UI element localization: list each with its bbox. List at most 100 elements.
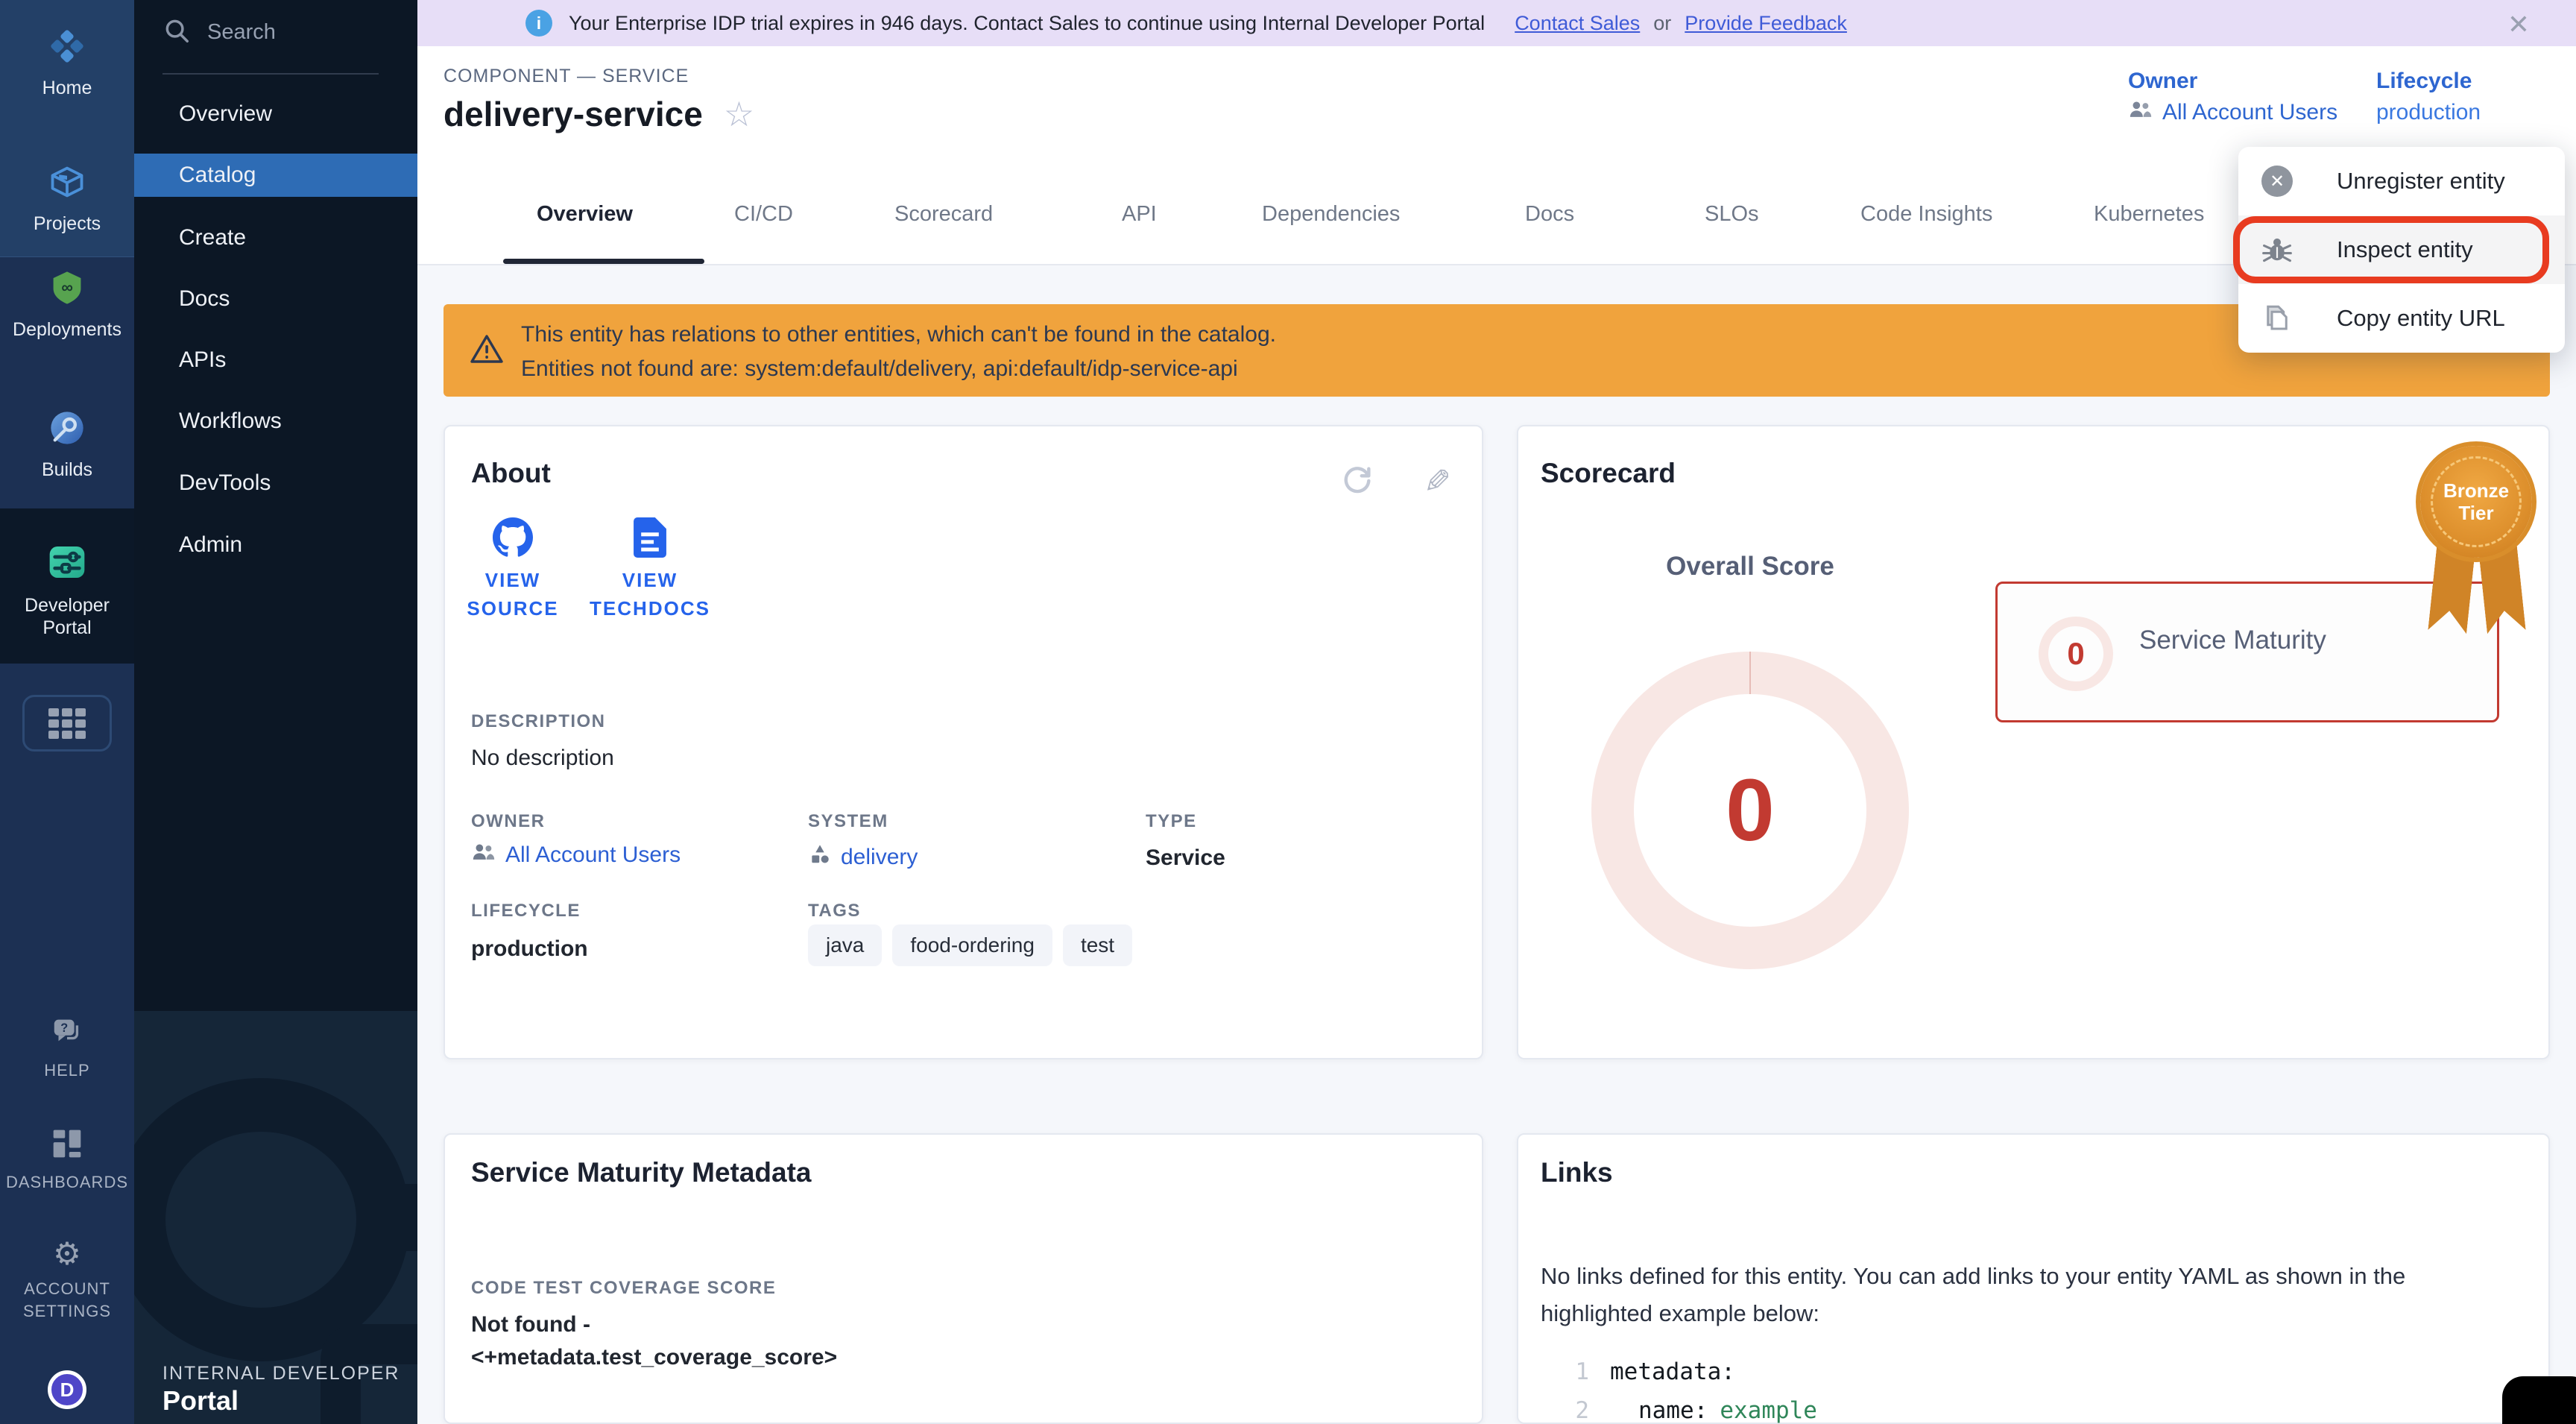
overall-score-label: Overall Score xyxy=(1638,552,1863,582)
overall-score-donut: 0 xyxy=(1591,652,1909,969)
tab-api[interactable]: API xyxy=(1122,202,1157,227)
bug-icon xyxy=(2261,233,2294,266)
relations-warning-banner: This entity has relations to other entit… xyxy=(443,304,2550,397)
module-switcher-button[interactable] xyxy=(22,695,112,752)
menu-item-unregister-entity[interactable]: ✕ Unregister entity xyxy=(2238,147,2565,215)
sidebar-item-devtools[interactable]: DevTools xyxy=(134,461,417,505)
search-row xyxy=(162,16,394,48)
pencil-icon: ✎ xyxy=(1424,463,1451,501)
tab-cicd[interactable]: CI/CD xyxy=(734,202,793,227)
badge-text-line: Tier xyxy=(2458,502,2493,524)
conjunction-text: or xyxy=(1653,12,1671,35)
service-maturity-metadata-card: Service Maturity Metadata CODE TEST COVE… xyxy=(443,1133,1483,1424)
unregister-icon: ✕ xyxy=(2261,166,2293,197)
sidebar-item-overview[interactable]: Overview xyxy=(134,92,417,136)
description-value: No description xyxy=(471,746,614,771)
sidebar-item-dashboards[interactable]: DASHBOARDS xyxy=(0,1127,134,1194)
sidebar-item-deployments[interactable]: ∞ Deployments xyxy=(0,268,134,341)
sidebar-item-account-settings[interactable]: ⚙ ACCOUNT SETTINGS xyxy=(0,1238,134,1323)
module-item-label: Create xyxy=(179,225,246,251)
about-title: About xyxy=(471,458,551,489)
sidebar-item-catalog[interactable]: Catalog xyxy=(134,154,417,197)
sidebar-item-workflows[interactable]: Workflows xyxy=(134,400,417,443)
contact-sales-link[interactable]: Contact Sales xyxy=(1515,12,1640,35)
sidebar-item-label: DASHBOARDS xyxy=(6,1171,128,1194)
view-techdocs-link[interactable]: VIEW TECHDOCS xyxy=(568,517,732,623)
info-icon: i xyxy=(525,10,552,37)
system-field-value: delivery xyxy=(841,845,918,870)
owner-field-value: All Account Users xyxy=(505,842,681,868)
tab-code-insights[interactable]: Code Insights xyxy=(1860,202,1992,227)
lifecycle-field-value: production xyxy=(471,936,588,962)
tag-chip[interactable]: test xyxy=(1063,924,1132,966)
view-source-label: VIEW SOURCE xyxy=(467,566,558,623)
sidebar-item-label: Deployments xyxy=(13,318,121,341)
system-icon xyxy=(808,842,832,872)
tag-chip[interactable]: food-ordering xyxy=(892,924,1052,966)
code-line-1: 1 metadata: xyxy=(1559,1358,1735,1385)
favorite-star-icon[interactable]: ☆ xyxy=(724,97,754,131)
menu-item-label: Inspect entity xyxy=(2337,236,2473,263)
scorecard-title: Scorecard xyxy=(1541,458,1676,489)
sidebar-item-projects[interactable]: Projects xyxy=(0,163,134,235)
people-icon xyxy=(2128,100,2153,125)
sidebar-item-label: Home xyxy=(42,77,92,99)
view-label-line: VIEW xyxy=(622,569,678,591)
service-maturity-score: 0 xyxy=(2067,636,2084,672)
tab-dependencies[interactable]: Dependencies xyxy=(1262,202,1400,227)
lifecycle-field-label: LIFECYCLE xyxy=(471,901,581,921)
service-maturity-label: Service Maturity xyxy=(2139,626,2326,655)
sidebar-item-create[interactable]: Create xyxy=(134,216,417,259)
description-label: DESCRIPTION xyxy=(471,711,606,732)
coverage-score-value-line-2: <+metadata.test_coverage_score> xyxy=(471,1345,837,1370)
deployments-icon: ∞ xyxy=(48,268,86,311)
view-label-line: TECHDOCS xyxy=(590,597,710,620)
owner-link[interactable]: All Account Users xyxy=(2128,100,2337,125)
provide-feedback-link[interactable]: Provide Feedback xyxy=(1685,12,1847,35)
refresh-button[interactable] xyxy=(1338,462,1377,501)
sidebar-item-home[interactable]: Home xyxy=(0,27,134,99)
tab-docs[interactable]: Docs xyxy=(1525,202,1574,227)
search-input[interactable] xyxy=(207,20,371,45)
sidebar-item-apis[interactable]: APIs xyxy=(134,338,417,382)
owner-field-link[interactable]: All Account Users xyxy=(471,842,681,868)
sidebar-item-admin[interactable]: Admin xyxy=(134,523,417,567)
sidebar-item-developer-portal[interactable]: Developer Portal xyxy=(0,541,134,639)
code-line-number: 2 xyxy=(1559,1397,1589,1424)
code-line-2: 2 name: example xyxy=(1559,1397,1817,1424)
view-label-line: VIEW xyxy=(485,569,540,591)
links-empty-line-2: highlighted example below: xyxy=(1541,1300,1819,1327)
decorative-ring xyxy=(134,1078,410,1361)
tab-overview[interactable]: Overview xyxy=(537,202,633,227)
menu-item-copy-entity-url[interactable]: Copy entity URL xyxy=(2238,284,2565,353)
owner-label: Owner xyxy=(2128,69,2337,94)
grid-icon xyxy=(48,708,86,739)
copy-icon xyxy=(2261,302,2294,335)
app-sidebar: Home Projects ∞ Deployments Builds Devel… xyxy=(0,0,134,1424)
trial-banner: i Your Enterprise IDP trial expires in 9… xyxy=(417,0,2576,46)
edit-button[interactable]: ✎ xyxy=(1418,462,1456,501)
sidebar-item-docs[interactable]: Docs xyxy=(134,277,417,321)
about-card: About ✎ VIEW SOURCE VIEW TECHDOCS DESCRI… xyxy=(443,425,1483,1059)
warning-line-2: Entities not found are: system:default/d… xyxy=(521,356,1238,382)
sidebar-item-builds[interactable]: Builds xyxy=(0,409,134,481)
help-icon: ? xyxy=(50,1014,84,1052)
code-token-value: example xyxy=(1720,1397,1817,1424)
close-icon[interactable]: ✕ xyxy=(2507,9,2530,40)
tab-scorecard[interactable]: Scorecard xyxy=(894,202,993,227)
sidebar-item-label: Builds xyxy=(42,459,92,481)
system-field-link[interactable]: delivery xyxy=(808,842,918,872)
tab-kubernetes[interactable]: Kubernetes xyxy=(2094,202,2204,227)
module-item-label: Docs xyxy=(179,286,230,312)
decorative-bar xyxy=(388,1184,417,1251)
tab-slos[interactable]: SLOs xyxy=(1705,202,1759,227)
sidebar-item-help[interactable]: ? HELP xyxy=(0,1014,134,1082)
badge-text-line: Bronze xyxy=(2443,479,2509,502)
refresh-icon xyxy=(1340,463,1374,501)
tag-chip[interactable]: java xyxy=(808,924,882,966)
user-avatar[interactable]: D xyxy=(48,1370,86,1409)
menu-item-inspect-entity[interactable]: Inspect entity xyxy=(2238,215,2565,284)
sidebar-item-label: ACCOUNT SETTINGS xyxy=(15,1278,119,1323)
module-item-label: APIs xyxy=(179,347,226,373)
home-icon xyxy=(48,27,86,69)
